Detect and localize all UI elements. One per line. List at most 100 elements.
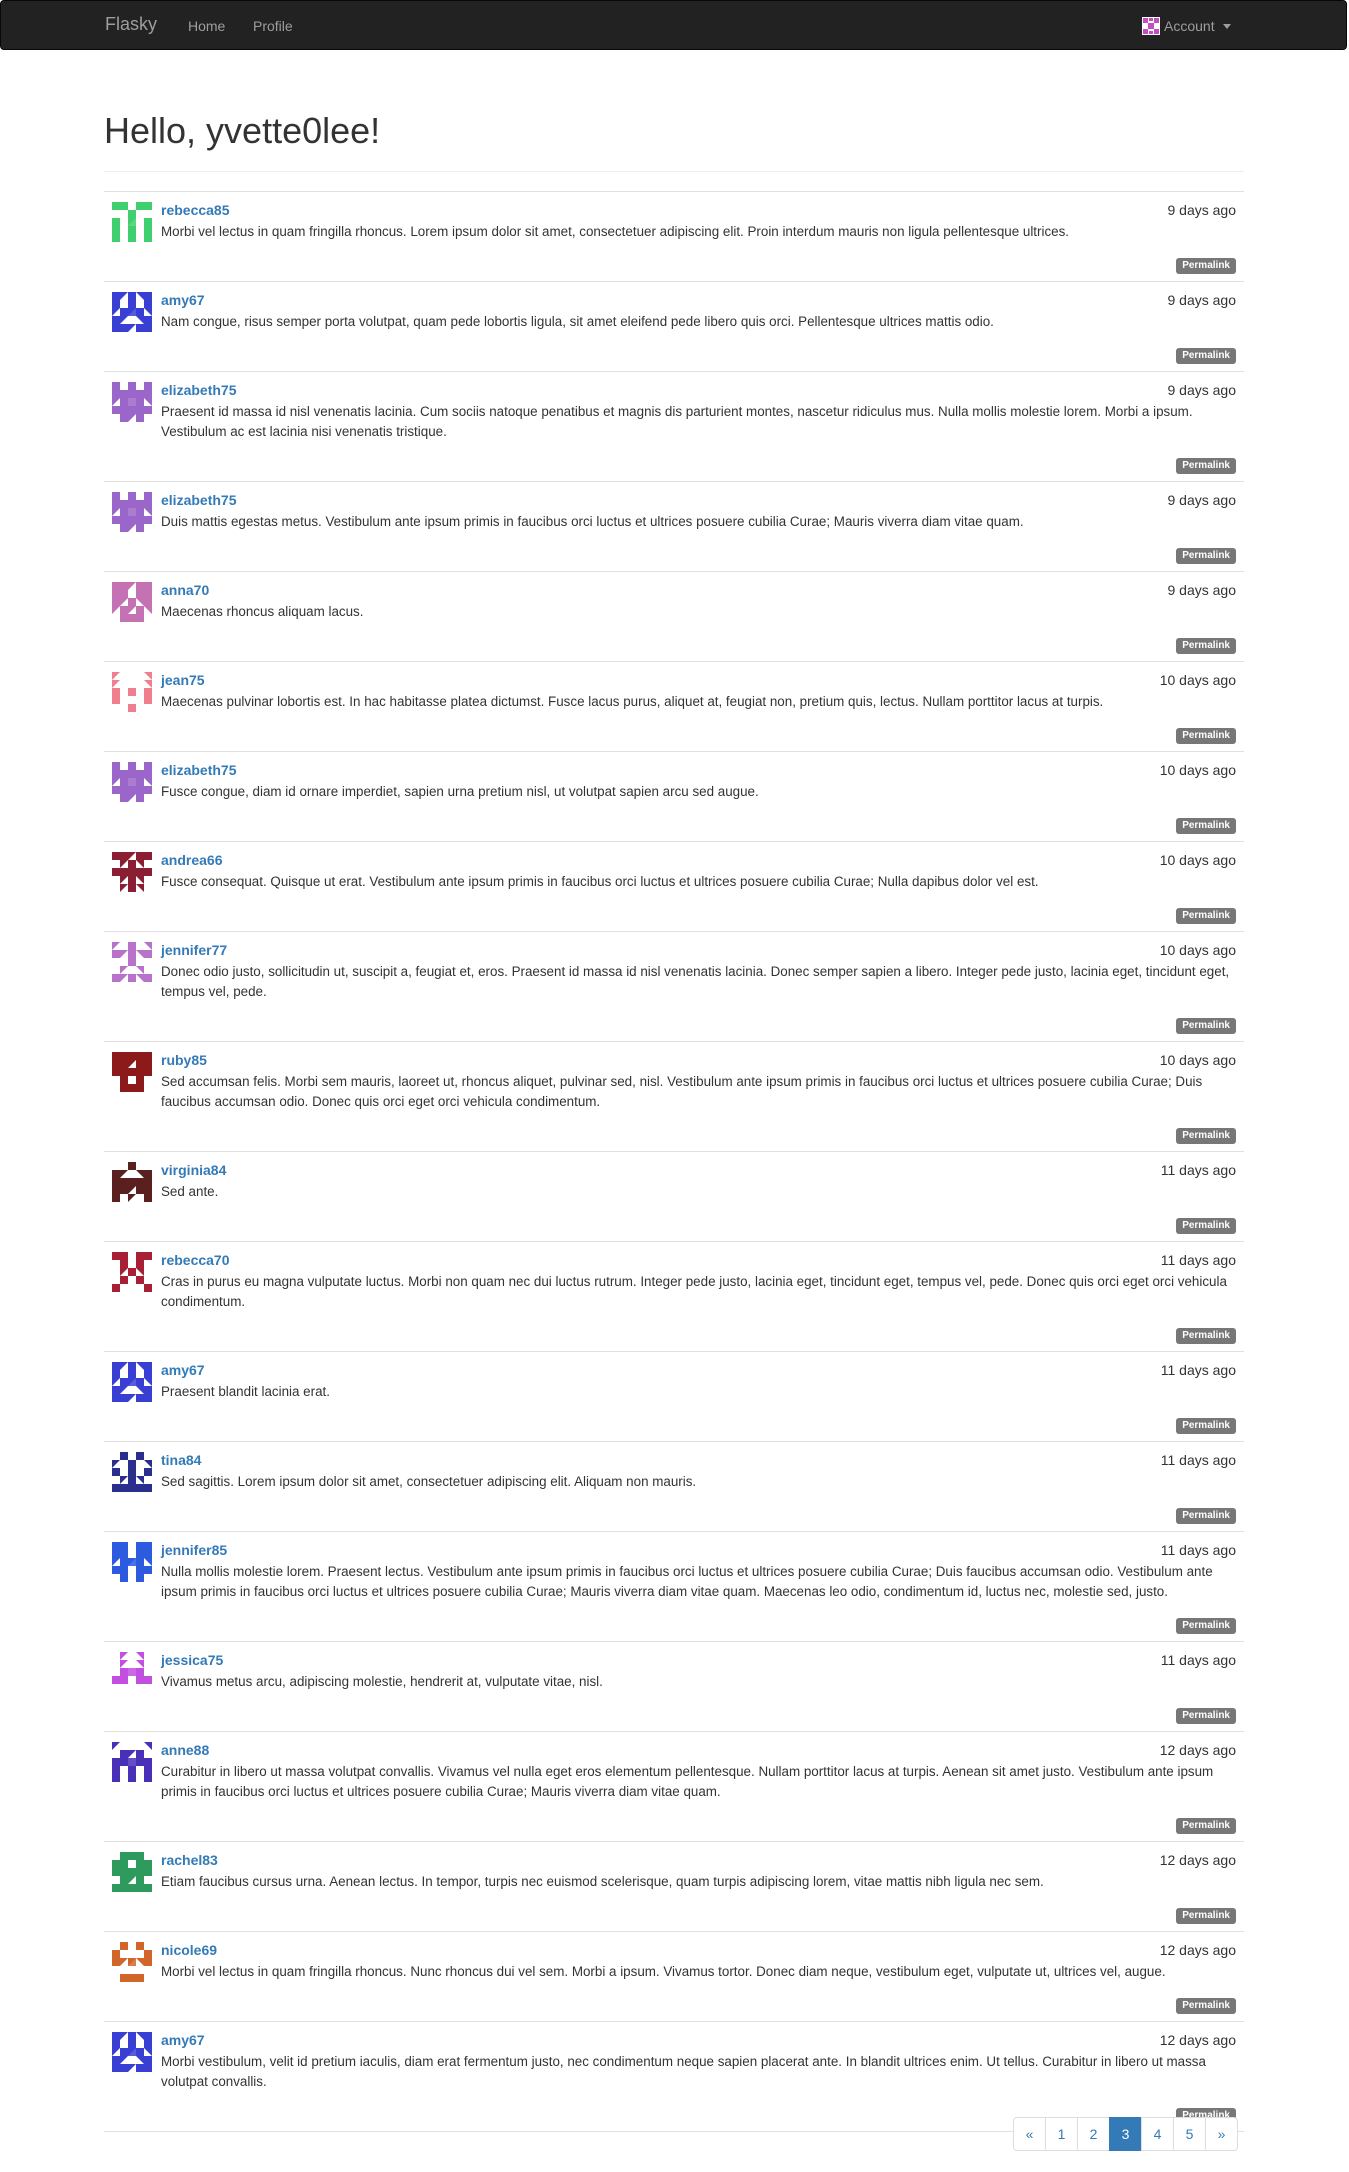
identicon-avatar-icon[interactable]: [112, 202, 152, 242]
post-body: Nam congue, risus semper porta volutpat,…: [161, 314, 994, 329]
post-item: jennifer77 10 days ago Donec odio justo, s…: [104, 931, 1244, 1041]
post-date: 10 days ago: [1159, 762, 1236, 778]
identicon-avatar-icon[interactable]: [112, 582, 152, 622]
post-header: jennifer85 11 days ago: [161, 1542, 1236, 1561]
post-author-link[interactable]: andrea66: [161, 852, 222, 868]
brand-link[interactable]: Flasky: [105, 14, 157, 35]
identicon-avatar-icon[interactable]: [112, 1252, 152, 1292]
permalink-button[interactable]: Permalink: [1176, 1128, 1236, 1144]
permalink-button[interactable]: Permalink: [1176, 348, 1236, 364]
post-content: jean75 10 days ago Maecenas pulvinar lobor…: [161, 672, 1236, 744]
post-author-link[interactable]: jean75: [161, 672, 205, 688]
post-author-link[interactable]: ruby85: [161, 1052, 207, 1068]
post-author-link[interactable]: jennifer77: [161, 942, 227, 958]
post-footer: Permalink: [161, 545, 1236, 564]
post-author-link[interactable]: anna70: [161, 582, 209, 598]
post-footer: Permalink: [161, 1015, 1236, 1034]
identicon-avatar-icon[interactable]: [112, 2032, 152, 2072]
pagination-next-button[interactable]: »: [1205, 2117, 1238, 2151]
post-author-link[interactable]: rebecca70: [161, 1252, 230, 1268]
post-footer: Permalink: [161, 1705, 1236, 1724]
post-author-link[interactable]: jessica75: [161, 1652, 223, 1668]
post-item: anne88 12 days ago Curabitur in libero ut …: [104, 1731, 1244, 1841]
post-author-link[interactable]: rachel83: [161, 1852, 218, 1868]
post-header: andrea66 10 days ago: [161, 852, 1236, 871]
identicon-avatar-icon[interactable]: [112, 382, 152, 422]
permalink-button[interactable]: Permalink: [1176, 728, 1236, 744]
post-item: tina84 11 days ago Sed sagittis. Lorem ips…: [104, 1441, 1244, 1531]
permalink-button[interactable]: Permalink: [1176, 1508, 1236, 1524]
identicon-avatar-icon[interactable]: [112, 762, 152, 802]
post-body: Morbi vel lectus in quam fringilla rhonc…: [161, 224, 1070, 239]
post-content: elizabeth75 9 days ago Duis mattis egestas…: [161, 492, 1236, 564]
post-item: jennifer85 11 days ago Nulla mollis molest…: [104, 1531, 1244, 1641]
post-body: Maecenas pulvinar lobortis est. In hac h…: [161, 694, 1104, 709]
permalink-button[interactable]: Permalink: [1176, 1818, 1236, 1834]
pagination-page-5[interactable]: 5: [1173, 2117, 1206, 2151]
post-content: amy67 12 days ago Morbi vestibulum, velit …: [161, 2032, 1236, 2124]
post-author-link[interactable]: jennifer85: [161, 1542, 227, 1558]
post-author-link[interactable]: tina84: [161, 1452, 201, 1468]
pagination-page-4[interactable]: 4: [1141, 2117, 1174, 2151]
post-author-link[interactable]: anne88: [161, 1742, 209, 1758]
identicon-avatar-icon[interactable]: [112, 1052, 152, 1092]
post-author-link[interactable]: nicole69: [161, 1942, 217, 1958]
permalink-button[interactable]: Permalink: [1176, 1018, 1236, 1034]
post-author-link[interactable]: elizabeth75: [161, 382, 236, 398]
post-author-link[interactable]: amy67: [161, 292, 205, 308]
permalink-button[interactable]: Permalink: [1176, 1998, 1236, 2014]
post-content: nicole69 12 days ago Morbi vel lectus in q…: [161, 1942, 1236, 2014]
post-author-link[interactable]: amy67: [161, 2032, 205, 2048]
post-footer: Permalink: [161, 725, 1236, 744]
post-author-link[interactable]: elizabeth75: [161, 762, 236, 778]
permalink-button[interactable]: Permalink: [1176, 548, 1236, 564]
identicon-avatar-icon[interactable]: [112, 1852, 152, 1892]
post-header: amy67 12 days ago: [161, 2032, 1236, 2051]
pagination-page-1[interactable]: 1: [1045, 2117, 1078, 2151]
caret-down-icon: [1222, 23, 1231, 29]
nav-link-home[interactable]: Home: [188, 18, 225, 34]
permalink-button[interactable]: Permalink: [1176, 1418, 1236, 1434]
permalink-button[interactable]: Permalink: [1176, 1708, 1236, 1724]
post-body: Maecenas rhoncus aliquam lacus.: [161, 604, 364, 619]
identicon-avatar-icon[interactable]: [112, 1362, 152, 1402]
post-content: ruby85 10 days ago Sed accumsan felis. Mor…: [161, 1052, 1236, 1144]
pagination-page-3[interactable]: 3: [1109, 2117, 1142, 2151]
post-header: rebecca70 11 days ago: [161, 1252, 1236, 1271]
identicon-avatar-icon[interactable]: [112, 1162, 152, 1202]
post-author-link[interactable]: elizabeth75: [161, 492, 236, 508]
permalink-button[interactable]: Permalink: [1176, 638, 1236, 654]
post-author-link[interactable]: amy67: [161, 1362, 205, 1378]
permalink-button[interactable]: Permalink: [1176, 908, 1236, 924]
account-dropdown[interactable]: Account: [1142, 17, 1231, 35]
permalink-button[interactable]: Permalink: [1176, 1218, 1236, 1234]
permalink-button[interactable]: Permalink: [1176, 1328, 1236, 1344]
identicon-avatar-icon[interactable]: [112, 672, 152, 712]
identicon-avatar-icon[interactable]: [112, 942, 152, 982]
post-author-link[interactable]: rebecca85: [161, 202, 230, 218]
post-body: Morbi vestibulum, velit id pretium iacul…: [161, 2054, 1206, 2089]
identicon-avatar-icon[interactable]: [112, 292, 152, 332]
permalink-button[interactable]: Permalink: [1176, 458, 1236, 474]
post-footer: Permalink: [161, 455, 1236, 474]
post-author-link[interactable]: virginia84: [161, 1162, 226, 1178]
identicon-avatar-icon[interactable]: [112, 1942, 152, 1982]
identicon-avatar-icon[interactable]: [112, 1452, 152, 1492]
post-body: Etiam faucibus cursus urna. Aenean lectu…: [161, 1874, 1044, 1889]
pagination-page-2[interactable]: 2: [1077, 2117, 1110, 2151]
permalink-button[interactable]: Permalink: [1176, 1618, 1236, 1634]
permalink-button[interactable]: Permalink: [1176, 818, 1236, 834]
post-item: elizabeth75 9 days ago Duis mattis egestas…: [104, 481, 1244, 571]
identicon-avatar-icon[interactable]: [112, 852, 152, 892]
identicon-avatar-icon[interactable]: [112, 1542, 152, 1582]
pagination-prev-button[interactable]: «: [1013, 2117, 1046, 2151]
permalink-button[interactable]: Permalink: [1176, 1908, 1236, 1924]
post-header: amy67 11 days ago: [161, 1362, 1236, 1381]
identicon-avatar-icon[interactable]: [112, 1652, 152, 1692]
permalink-button[interactable]: Permalink: [1176, 258, 1236, 274]
identicon-avatar-icon[interactable]: [112, 1742, 152, 1782]
post-header: jean75 10 days ago: [161, 672, 1236, 691]
identicon-avatar-icon[interactable]: [112, 492, 152, 532]
nav-link-profile[interactable]: Profile: [253, 18, 293, 34]
post-footer: Permalink: [161, 1815, 1236, 1834]
